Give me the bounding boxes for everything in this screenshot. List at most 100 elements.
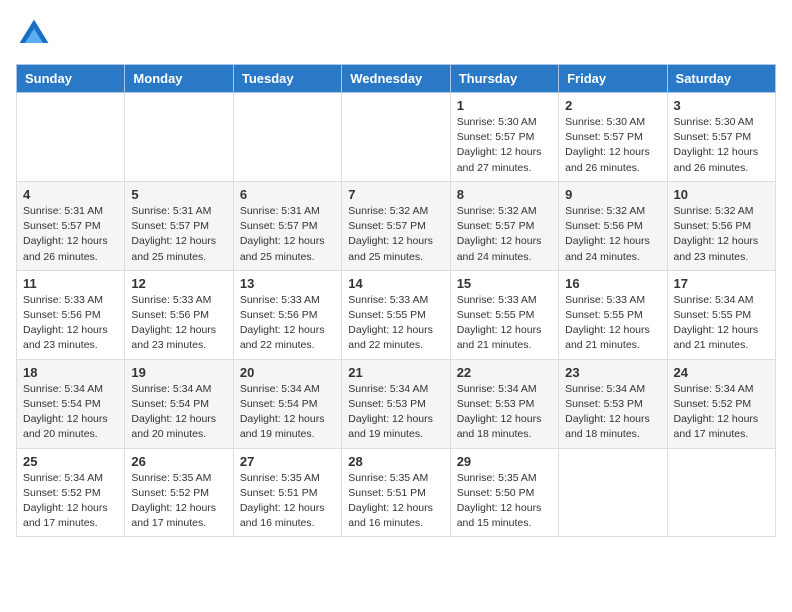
day-info: Sunrise: 5:33 AM Sunset: 5:56 PM Dayligh… — [240, 293, 335, 354]
weekday-header-wednesday: Wednesday — [342, 65, 450, 93]
calendar-cell: 15 Sunrise: 5:33 AM Sunset: 5:55 PM Dayli… — [450, 270, 558, 359]
weekday-header-saturday: Saturday — [667, 65, 775, 93]
calendar-cell: 12 Sunrise: 5:33 AM Sunset: 5:56 PM Dayli… — [125, 270, 233, 359]
day-number: 16 — [565, 276, 660, 291]
day-number: 20 — [240, 365, 335, 380]
calendar-header-row: SundayMondayTuesdayWednesdayThursdayFrid… — [17, 65, 776, 93]
calendar-cell: 23Sunrise: 5:34 AM Sunset: 5:53 PM Dayli… — [559, 359, 667, 448]
day-info: Sunrise: 5:33 AM Sunset: 5:55 PM Dayligh… — [457, 293, 552, 354]
calendar-cell: 18 Sunrise: 5:34 AM Sunset: 5:54 PM Dayli… — [17, 359, 125, 448]
day-info: Sunrise: 5:32 AM Sunset: 5:56 PM Dayligh… — [565, 204, 660, 265]
day-number: 1 — [457, 98, 552, 113]
day-number: 19 — [131, 365, 226, 380]
day-info: Sunrise: 5:31 AM Sunset: 5:57 PM Dayligh… — [23, 204, 118, 265]
day-number: 23 — [565, 365, 660, 380]
day-number: 26 — [131, 454, 226, 469]
day-number: 11 — [23, 276, 118, 291]
day-info: Sunrise: 5:34 AM Sunset: 5:54 PM Dayligh… — [131, 382, 226, 443]
calendar-cell: 8 Sunrise: 5:32 AM Sunset: 5:57 PM Daylig… — [450, 181, 558, 270]
calendar-cell: 7Sunrise: 5:32 AM Sunset: 5:57 PM Daylig… — [342, 181, 450, 270]
calendar-cell: 10Sunrise: 5:32 AM Sunset: 5:56 PM Dayli… — [667, 181, 775, 270]
calendar-cell: 5 Sunrise: 5:31 AM Sunset: 5:57 PM Daylig… — [125, 181, 233, 270]
calendar-cell — [125, 93, 233, 182]
day-number: 5 — [131, 187, 226, 202]
day-number: 29 — [457, 454, 552, 469]
calendar-cell: 21Sunrise: 5:34 AM Sunset: 5:53 PM Dayli… — [342, 359, 450, 448]
day-info: Sunrise: 5:35 AM Sunset: 5:50 PM Dayligh… — [457, 471, 552, 532]
day-number: 18 — [23, 365, 118, 380]
page-header — [16, 16, 776, 52]
day-info: Sunrise: 5:34 AM Sunset: 5:52 PM Dayligh… — [674, 382, 769, 443]
day-number: 25 — [23, 454, 118, 469]
calendar-cell: 20Sunrise: 5:34 AM Sunset: 5:54 PM Dayli… — [233, 359, 341, 448]
day-info: Sunrise: 5:31 AM Sunset: 5:57 PM Dayligh… — [240, 204, 335, 265]
calendar-cell: 9Sunrise: 5:32 AM Sunset: 5:56 PM Daylig… — [559, 181, 667, 270]
logo-icon — [16, 16, 52, 52]
day-info: Sunrise: 5:35 AM Sunset: 5:51 PM Dayligh… — [240, 471, 335, 532]
day-info: Sunrise: 5:34 AM Sunset: 5:54 PM Dayligh… — [23, 382, 118, 443]
calendar-cell: 16Sunrise: 5:33 AM Sunset: 5:55 PM Dayli… — [559, 270, 667, 359]
calendar-cell — [559, 448, 667, 537]
day-info: Sunrise: 5:34 AM Sunset: 5:55 PM Dayligh… — [674, 293, 769, 354]
calendar-week-row: 18 Sunrise: 5:34 AM Sunset: 5:54 PM Dayli… — [17, 359, 776, 448]
calendar-cell: 11 Sunrise: 5:33 AM Sunset: 5:56 PM Dayli… — [17, 270, 125, 359]
day-number: 2 — [565, 98, 660, 113]
day-info: Sunrise: 5:31 AM Sunset: 5:57 PM Dayligh… — [131, 204, 226, 265]
calendar-cell: 14 Sunrise: 5:33 AM Sunset: 5:55 PM Dayli… — [342, 270, 450, 359]
day-number: 28 — [348, 454, 443, 469]
day-info: Sunrise: 5:33 AM Sunset: 5:55 PM Dayligh… — [348, 293, 443, 354]
day-info: Sunrise: 5:33 AM Sunset: 5:56 PM Dayligh… — [131, 293, 226, 354]
day-info: Sunrise: 5:30 AM Sunset: 5:57 PM Dayligh… — [457, 115, 552, 176]
day-info: Sunrise: 5:35 AM Sunset: 5:51 PM Dayligh… — [348, 471, 443, 532]
day-number: 24 — [674, 365, 769, 380]
day-number: 14 — [348, 276, 443, 291]
day-number: 15 — [457, 276, 552, 291]
calendar-cell — [342, 93, 450, 182]
calendar-cell: 4 Sunrise: 5:31 AM Sunset: 5:57 PM Daylig… — [17, 181, 125, 270]
day-number: 12 — [131, 276, 226, 291]
day-info: Sunrise: 5:33 AM Sunset: 5:56 PM Dayligh… — [23, 293, 118, 354]
weekday-header-friday: Friday — [559, 65, 667, 93]
calendar-table: SundayMondayTuesdayWednesdayThursdayFrid… — [16, 64, 776, 537]
calendar-cell: 19 Sunrise: 5:34 AM Sunset: 5:54 PM Dayli… — [125, 359, 233, 448]
calendar-cell — [667, 448, 775, 537]
weekday-header-monday: Monday — [125, 65, 233, 93]
day-number: 3 — [674, 98, 769, 113]
calendar-cell: 22 Sunrise: 5:34 AM Sunset: 5:53 PM Dayli… — [450, 359, 558, 448]
day-info: Sunrise: 5:32 AM Sunset: 5:57 PM Dayligh… — [457, 204, 552, 265]
calendar-cell: 13Sunrise: 5:33 AM Sunset: 5:56 PM Dayli… — [233, 270, 341, 359]
day-number: 8 — [457, 187, 552, 202]
calendar-week-row: 4 Sunrise: 5:31 AM Sunset: 5:57 PM Daylig… — [17, 181, 776, 270]
day-info: Sunrise: 5:35 AM Sunset: 5:52 PM Dayligh… — [131, 471, 226, 532]
day-number: 27 — [240, 454, 335, 469]
day-info: Sunrise: 5:30 AM Sunset: 5:57 PM Dayligh… — [565, 115, 660, 176]
calendar-cell: 17 Sunrise: 5:34 AM Sunset: 5:55 PM Dayli… — [667, 270, 775, 359]
day-info: Sunrise: 5:34 AM Sunset: 5:53 PM Dayligh… — [457, 382, 552, 443]
day-number: 10 — [674, 187, 769, 202]
day-info: Sunrise: 5:30 AM Sunset: 5:57 PM Dayligh… — [674, 115, 769, 176]
calendar-cell: 28 Sunrise: 5:35 AM Sunset: 5:51 PM Dayli… — [342, 448, 450, 537]
calendar-cell: 29 Sunrise: 5:35 AM Sunset: 5:50 PM Dayli… — [450, 448, 558, 537]
calendar-cell: 6Sunrise: 5:31 AM Sunset: 5:57 PM Daylig… — [233, 181, 341, 270]
calendar-cell: 3 Sunrise: 5:30 AM Sunset: 5:57 PM Daylig… — [667, 93, 775, 182]
weekday-header-sunday: Sunday — [17, 65, 125, 93]
day-number: 17 — [674, 276, 769, 291]
calendar-cell: 26 Sunrise: 5:35 AM Sunset: 5:52 PM Dayli… — [125, 448, 233, 537]
calendar-week-row: 1 Sunrise: 5:30 AM Sunset: 5:57 PM Daylig… — [17, 93, 776, 182]
day-number: 22 — [457, 365, 552, 380]
calendar-cell: 24 Sunrise: 5:34 AM Sunset: 5:52 PM Dayli… — [667, 359, 775, 448]
day-number: 21 — [348, 365, 443, 380]
calendar-week-row: 25 Sunrise: 5:34 AM Sunset: 5:52 PM Dayli… — [17, 448, 776, 537]
weekday-header-tuesday: Tuesday — [233, 65, 341, 93]
weekday-header-thursday: Thursday — [450, 65, 558, 93]
day-info: Sunrise: 5:34 AM Sunset: 5:52 PM Dayligh… — [23, 471, 118, 532]
calendar-week-row: 11 Sunrise: 5:33 AM Sunset: 5:56 PM Dayli… — [17, 270, 776, 359]
logo — [16, 16, 58, 52]
calendar-cell — [233, 93, 341, 182]
day-info: Sunrise: 5:32 AM Sunset: 5:57 PM Dayligh… — [348, 204, 443, 265]
day-number: 4 — [23, 187, 118, 202]
calendar-cell: 2 Sunrise: 5:30 AM Sunset: 5:57 PM Daylig… — [559, 93, 667, 182]
calendar-cell: 27 Sunrise: 5:35 AM Sunset: 5:51 PM Dayli… — [233, 448, 341, 537]
calendar-cell — [17, 93, 125, 182]
calendar-cell: 25 Sunrise: 5:34 AM Sunset: 5:52 PM Dayli… — [17, 448, 125, 537]
